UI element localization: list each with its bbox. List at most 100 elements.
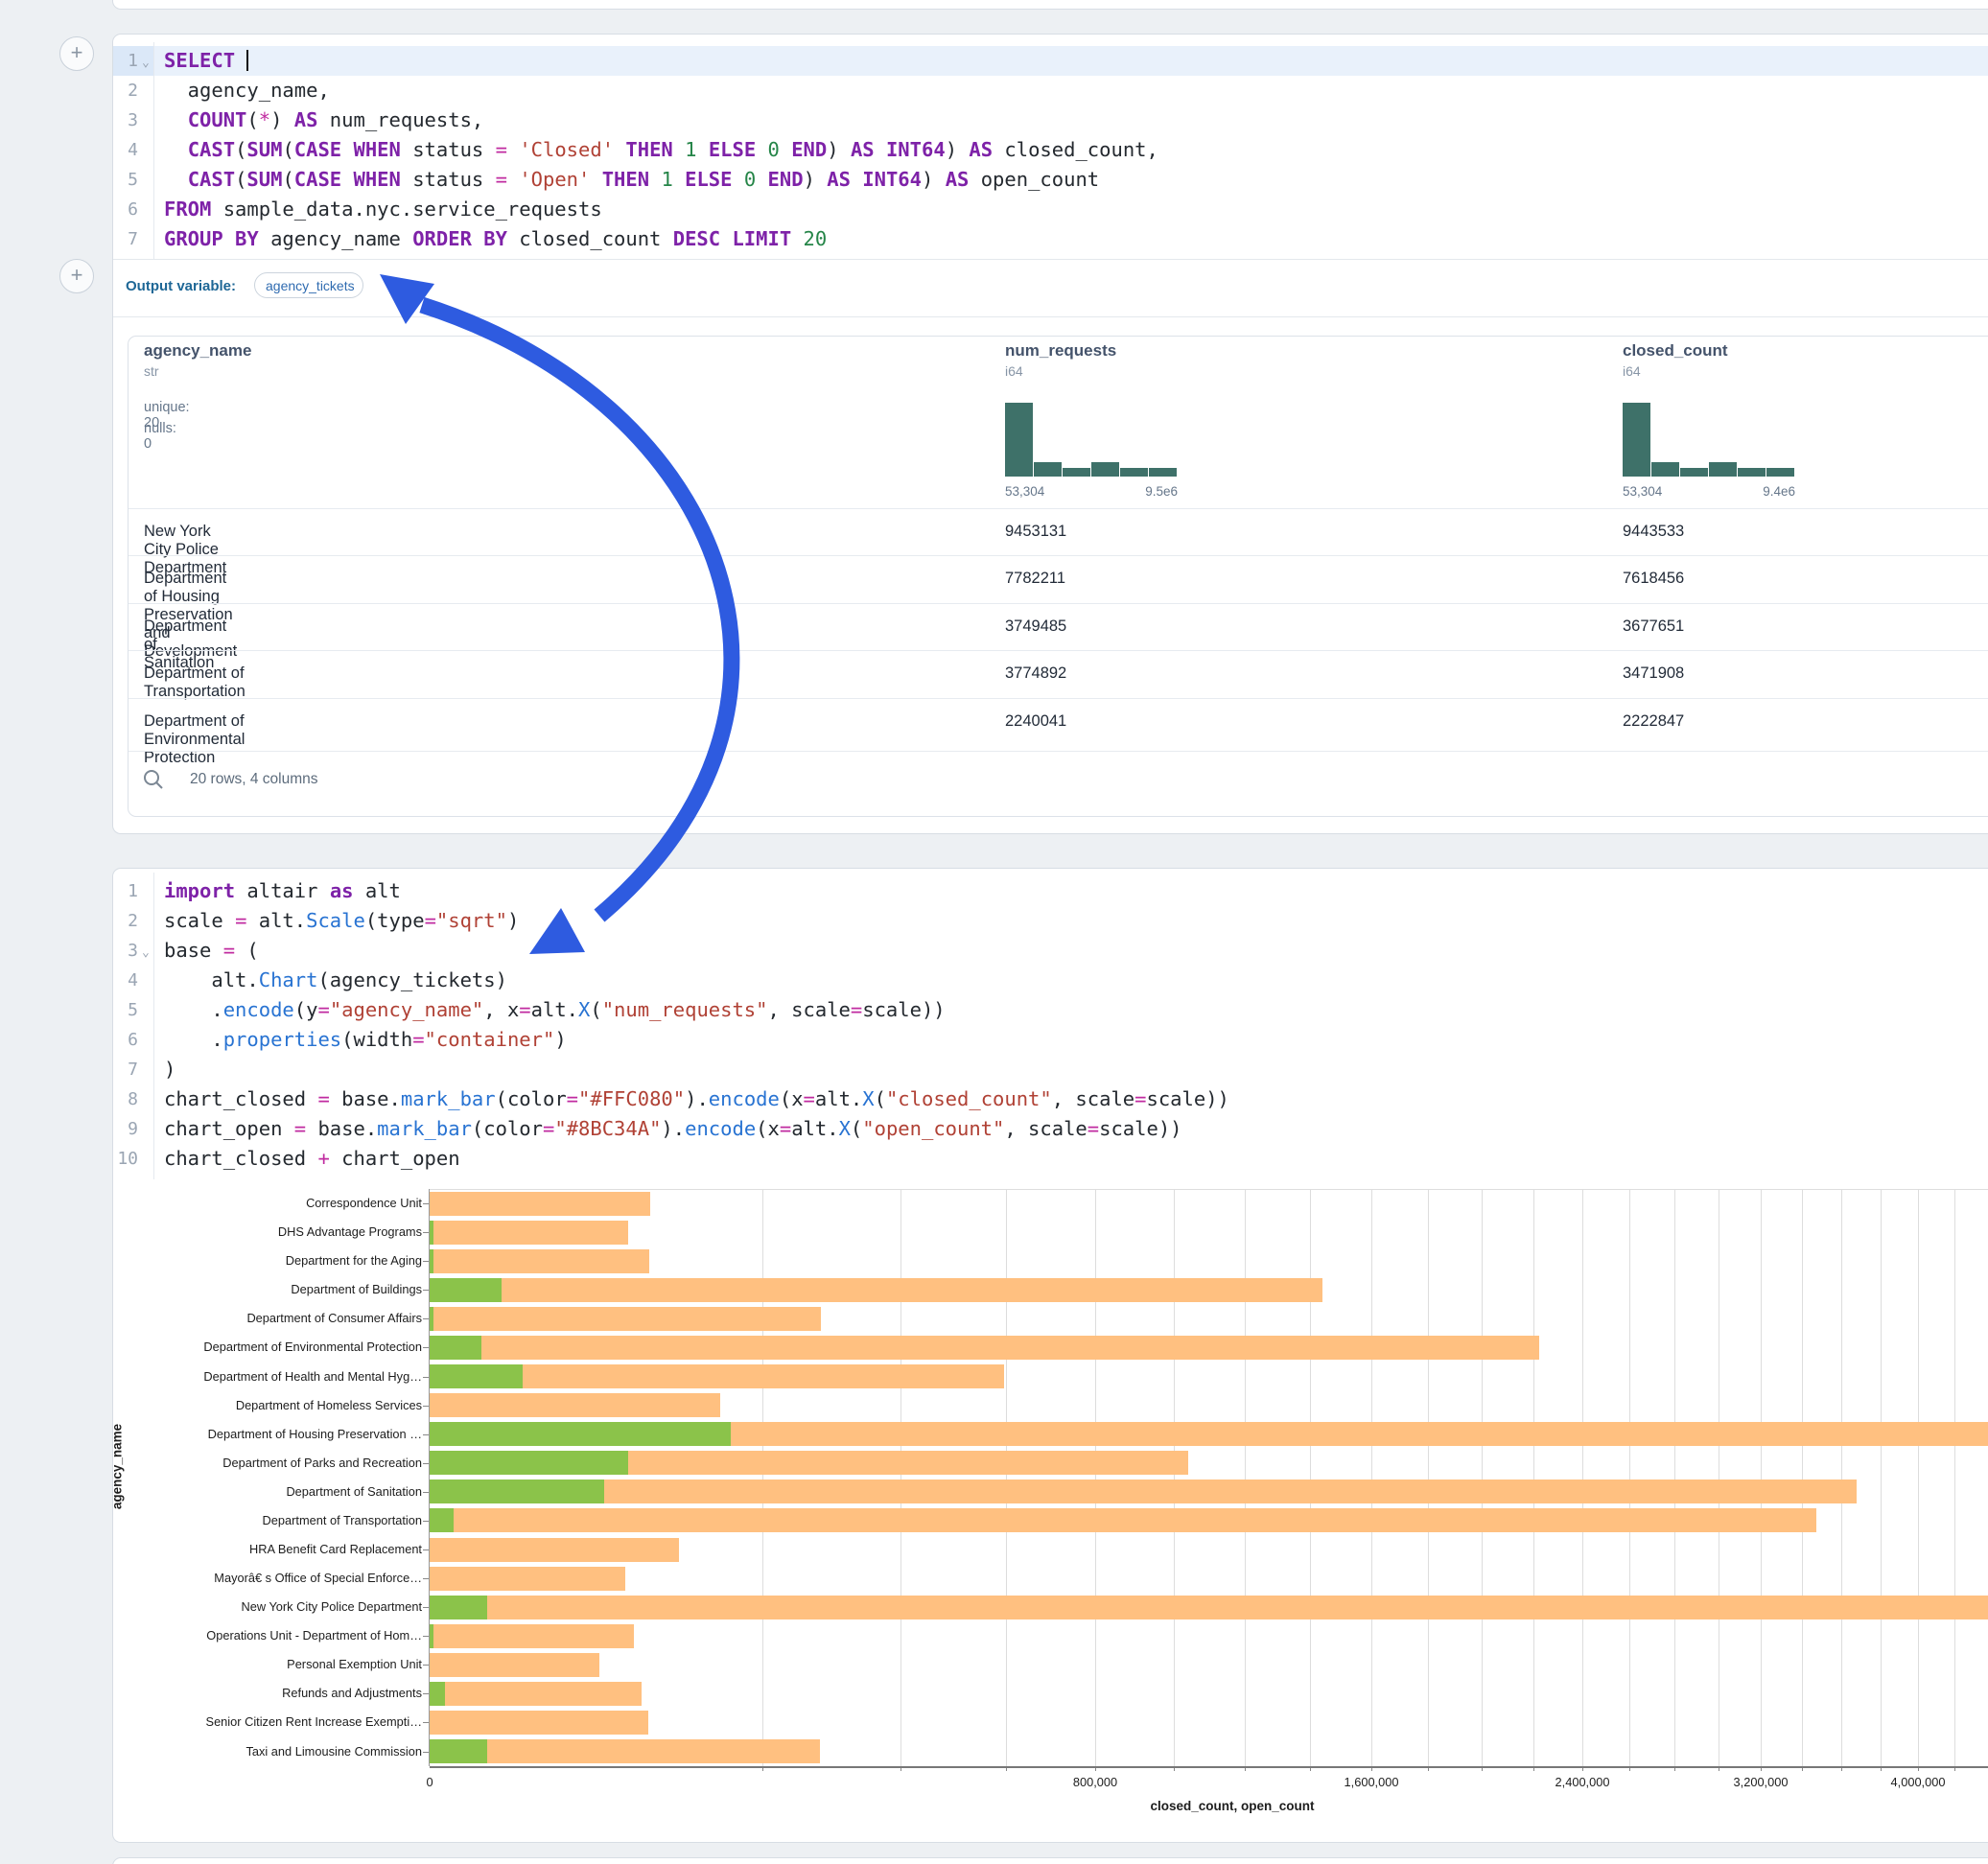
column-header: closed_count [1623,341,1728,361]
line-number: 2 [113,76,138,105]
x-axis-label: 2,400,000 [1525,1775,1640,1789]
table-dimensions: 20 rows, 4 columns [190,771,318,788]
line-number: 7 [113,1055,138,1084]
search-icon[interactable] [142,768,165,791]
histogram-bar [1091,462,1119,477]
gridline [1482,1189,1483,1766]
python-code-line[interactable]: 2scale = alt.Scale(type="sqrt") [113,906,1983,936]
y-axis-label: Department of Homeless Services [113,1398,422,1412]
x-axis-label: 1,600,000 [1314,1775,1429,1789]
histogram-bar [1709,462,1737,477]
line-number: 2 [113,906,138,936]
sql-code-line[interactable]: 4 CAST(SUM(CASE WHEN status = 'Closed' T… [113,135,1983,165]
line-number: 1 [113,876,138,906]
add-cell-button[interactable]: + [59,36,94,71]
add-cell-button[interactable]: + [59,259,94,293]
table-cell: 3774892 [1005,664,1066,683]
line-number: 6 [113,1025,138,1055]
line-number: 7 [113,224,138,254]
y-axis-label: Department for the Aging [113,1253,422,1268]
line-number: 4 [113,135,138,165]
bar-open-count [430,1451,628,1475]
sql-code-line[interactable]: 6 FROM sample_data.nyc.service_requests [113,195,1983,224]
collapse-caret-icon[interactable]: ⌄ [142,48,150,78]
bar-open-count [430,1682,445,1706]
line-number: 3 [113,105,138,135]
table-cell: 3471908 [1623,664,1684,683]
table-cell: 7618456 [1623,570,1684,588]
collapse-caret-icon[interactable]: ⌄ [142,938,150,967]
gridline [1428,1189,1429,1766]
line-number: 6 [113,195,138,224]
y-axis-label: Department of Parks and Recreation [113,1456,422,1470]
bar-closed-count [430,1307,821,1331]
sql-code-line[interactable]: 2 agency_name, [113,76,1983,105]
sql-code-line[interactable]: 5 CAST(SUM(CASE WHEN status = 'Open' THE… [113,165,1983,195]
y-axis-label: Department of Buildings [113,1282,422,1296]
gridline [1533,1189,1534,1766]
code-text: CAST(SUM(CASE WHEN status = 'Closed' THE… [164,135,1158,165]
bar-closed-count [430,1508,1816,1532]
gridline [1954,1189,1955,1766]
bar-open-count [430,1480,604,1503]
gridline [1629,1189,1630,1766]
histogram-bar [1738,468,1766,477]
bar-closed-count [430,1192,650,1216]
gridline [1881,1189,1882,1766]
python-code-line[interactable]: 7) [113,1055,1983,1084]
code-text: ) [164,1055,175,1084]
table-cell: Department of Transportation [144,664,246,701]
sql-code-line[interactable]: 1⌄SELECT [113,46,1983,76]
sql-code-line[interactable]: 3 COUNT(*) AS num_requests, [113,105,1983,135]
histogram-max-label: 9.4e6 [1738,484,1795,499]
row-divider [129,751,1988,752]
x-axis-label: 4,000,000 [1860,1775,1976,1789]
y-axis-label: Senior Citizen Rent Increase Exempti… [113,1714,422,1729]
table-cell: 3677651 [1623,617,1684,636]
table-cell: 9453131 [1005,523,1066,541]
bar-closed-count [430,1393,720,1417]
code-text: chart_closed + chart_open [164,1144,460,1174]
column-type: i64 [1623,363,1641,379]
bar-open-count [430,1422,731,1446]
histogram-bar [1120,468,1148,477]
gridline [1841,1189,1842,1766]
code-text: alt.Chart(agency_tickets) [164,966,507,995]
y-axis-label: Mayorâ€ s Office of Special Enforce… [113,1571,422,1585]
output-variable-chip[interactable]: agency_tickets [254,272,363,298]
bar-closed-count [430,1221,628,1245]
y-axis-label: New York City Police Department [113,1599,422,1614]
python-code-line[interactable]: 4 alt.Chart(agency_tickets) [113,966,1983,995]
python-code-line[interactable]: 3⌄base = ( [113,936,1983,966]
python-code-line[interactable]: 6 .properties(width="container") [113,1025,1983,1055]
column-header: num_requests [1005,341,1116,361]
bar-open-count [430,1364,523,1388]
y-axis-label: Refunds and Adjustments [113,1686,422,1700]
gridline [900,1189,901,1766]
table-cell: 7782211 [1005,570,1065,588]
column-type: str [144,363,159,379]
code-text: SELECT [164,46,248,76]
bar-closed-count [430,1711,648,1735]
bar-open-count [430,1221,433,1245]
x-axis-label: 0 [372,1775,487,1789]
cell-section-divider [113,259,1988,260]
gridline [1761,1189,1762,1766]
code-text: FROM sample_data.nyc.service_requests [164,195,602,224]
gridline [1174,1189,1175,1766]
y-axis-label: Department of Consumer Affairs [113,1311,422,1325]
histogram-bar [1063,468,1090,477]
sql-code-line[interactable]: 7GROUP BY agency_name ORDER BY closed_co… [113,224,1983,254]
python-code-line[interactable]: 1import altair as alt [113,876,1983,906]
python-code-line[interactable]: 9chart_open = base.mark_bar(color="#8BC3… [113,1114,1983,1144]
code-text: chart_open = base.mark_bar(color="#8BC34… [164,1114,1182,1144]
y-axis-label: Operations Unit - Department of Hom… [113,1628,422,1643]
python-code-line[interactable]: 5 .encode(y="agency_name", x=alt.X("num_… [113,995,1983,1025]
gutter-divider [153,873,154,1179]
bar-closed-count [430,1538,679,1562]
line-number: 4 [113,966,138,995]
line-number: 3 [113,936,138,966]
y-axis-label: Personal Exemption Unit [113,1657,422,1671]
python-code-line[interactable]: 10chart_closed + chart_open [113,1144,1983,1174]
python-code-line[interactable]: 8chart_closed = base.mark_bar(color="#FF… [113,1084,1983,1114]
